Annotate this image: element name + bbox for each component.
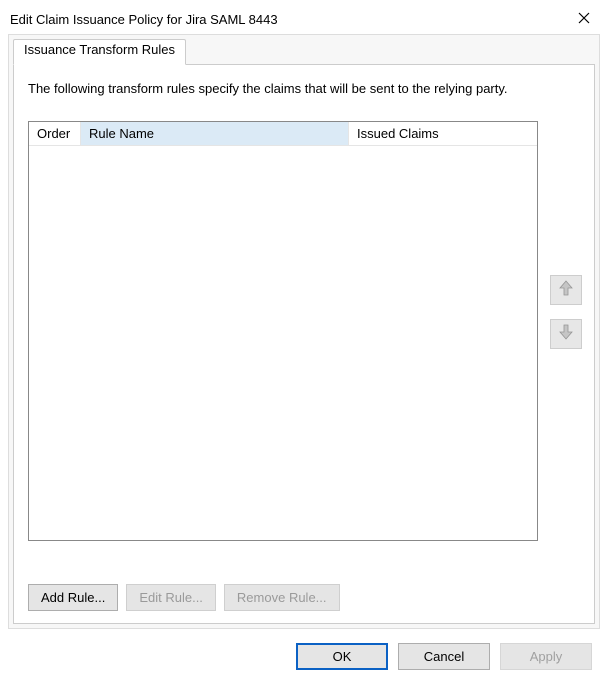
tab-panel: The following transform rules specify th…: [13, 64, 595, 624]
rules-list[interactable]: Order Rule Name Issued Claims: [28, 121, 538, 541]
close-icon[interactable]: [570, 9, 598, 30]
cancel-button[interactable]: Cancel: [398, 643, 490, 670]
tab-label: Issuance Transform Rules: [24, 42, 175, 57]
column-header-rule-name[interactable]: Rule Name: [81, 122, 349, 145]
apply-button: Apply: [500, 643, 592, 670]
reorder-buttons: [550, 275, 582, 349]
column-header-issued-claims[interactable]: Issued Claims: [349, 126, 537, 141]
arrow-down-icon: [559, 324, 573, 345]
tab-issuance-transform-rules[interactable]: Issuance Transform Rules: [13, 39, 186, 65]
tab-row: Issuance Transform Rules: [9, 35, 599, 63]
ok-button[interactable]: OK: [296, 643, 388, 670]
column-header-order[interactable]: Order: [29, 122, 81, 145]
title-bar: Edit Claim Issuance Policy for Jira SAML…: [0, 0, 608, 34]
arrow-up-icon: [559, 280, 573, 301]
window-title: Edit Claim Issuance Policy for Jira SAML…: [10, 12, 278, 27]
rule-buttons: Add Rule... Edit Rule... Remove Rule...: [28, 584, 340, 611]
move-up-button[interactable]: [550, 275, 582, 305]
dialog-body: Issuance Transform Rules The following t…: [8, 34, 600, 629]
dialog-buttons: OK Cancel Apply: [296, 643, 592, 670]
rules-list-header: Order Rule Name Issued Claims: [29, 122, 537, 146]
edit-rule-button: Edit Rule...: [126, 584, 216, 611]
move-down-button[interactable]: [550, 319, 582, 349]
remove-rule-button: Remove Rule...: [224, 584, 340, 611]
description-text: The following transform rules specify th…: [14, 65, 594, 108]
rules-list-body[interactable]: [29, 146, 537, 540]
add-rule-button[interactable]: Add Rule...: [28, 584, 118, 611]
